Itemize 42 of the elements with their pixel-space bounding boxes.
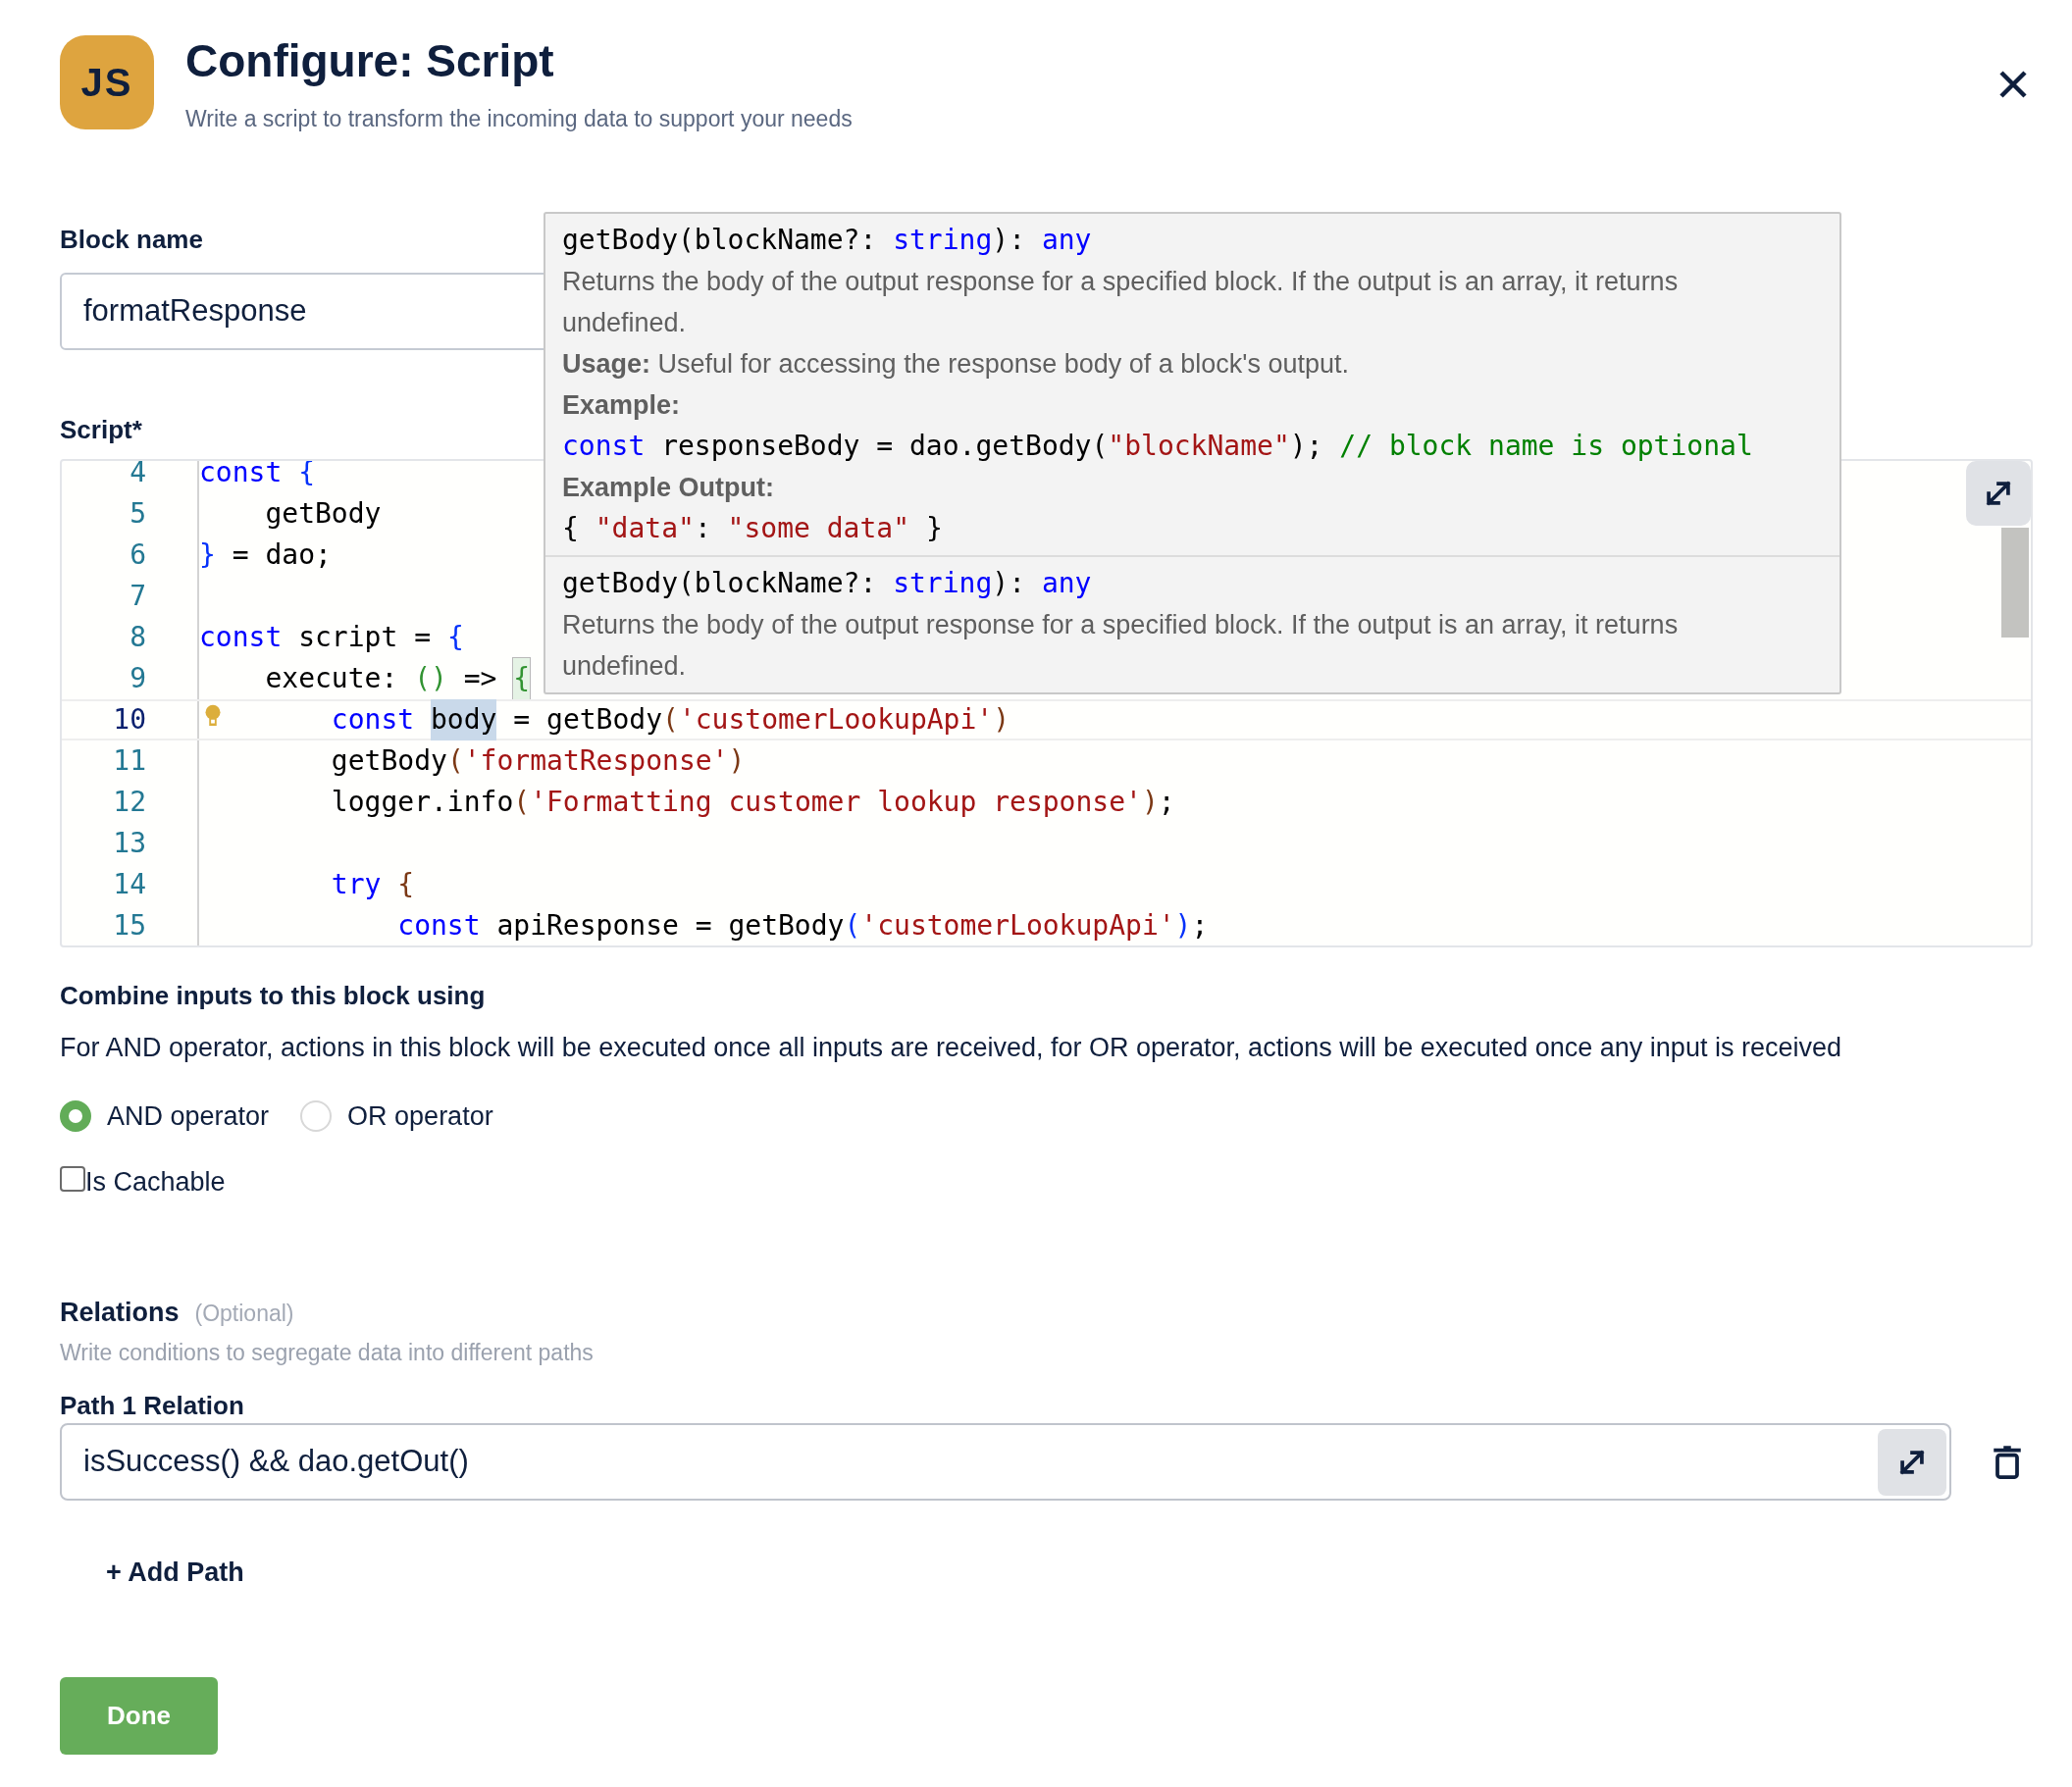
line-number: 6 bbox=[129, 536, 146, 573]
line-number: 15 bbox=[112, 907, 146, 944]
line-number: 11 bbox=[112, 742, 146, 779]
tooltip-text: Example Output: bbox=[562, 472, 775, 504]
code-line: const script = { bbox=[197, 616, 464, 658]
code-line: logger.info('Formatting customer lookup response'); bbox=[197, 781, 1175, 823]
tooltip-text: Example: bbox=[562, 389, 682, 422]
optional-hint: (Optional) bbox=[194, 1300, 294, 1328]
code-line: getBody bbox=[197, 492, 382, 535]
line-number: 13 bbox=[112, 825, 146, 861]
line-number: 10 bbox=[112, 701, 146, 738]
line-number: 4 bbox=[129, 460, 146, 490]
section-description: Write conditions to segregate data into different paths bbox=[60, 1338, 594, 1367]
code-snippet: getBody(blockName?: string): any bbox=[562, 223, 1093, 258]
field-label: Script* bbox=[60, 413, 142, 446]
code-line: try { bbox=[197, 863, 415, 905]
code-snippet: getBody(blockName?: string): any bbox=[562, 566, 1093, 601]
section-heading: Relations bbox=[60, 1297, 180, 1329]
section-heading: Combine inputs to this block using bbox=[60, 979, 487, 1012]
code-line: const { bbox=[197, 460, 315, 493]
tooltip-text: Usage: Useful for accessing the response body of a block's output. bbox=[562, 348, 1351, 381]
dialog-title: Configure: Script bbox=[185, 34, 555, 88]
dialog-subtitle: Write a script to transform the incoming data to support your needs bbox=[185, 105, 853, 133]
code-snippet: { "data": "some data" } bbox=[562, 511, 944, 546]
code-line: const body = getBody('customerLookupApi') bbox=[197, 700, 1010, 739]
code-line: } = dao; bbox=[197, 534, 332, 576]
code-line: getBody('formatResponse') bbox=[197, 740, 746, 782]
line-number: 5 bbox=[129, 495, 146, 532]
line-number: 8 bbox=[129, 619, 146, 655]
field-label: Block name bbox=[60, 223, 203, 256]
tooltip-text: Returns the body of the output response for a specified block. If the output is an array, it returns undefined. bbox=[562, 266, 1680, 339]
js-logo: JS bbox=[60, 35, 154, 129]
section-description: For AND operator, actions in this block will be executed once all inputs are received, for OR operator, actions will be executed once any input is received bbox=[60, 1031, 1842, 1064]
tooltip-text: Returns the body of the output response for a specified block. If the output is an array, it returns undefined. bbox=[562, 609, 1680, 683]
line-number: 12 bbox=[112, 784, 146, 820]
field-label: Path 1 Relation bbox=[60, 1390, 244, 1421]
line-number: 7 bbox=[129, 578, 146, 614]
code-snippet: const responseBody = dao.getBody("blockName"); // block name is optional bbox=[562, 429, 1754, 464]
line-number: 9 bbox=[129, 660, 146, 696]
code-line: execute: () => { bbox=[197, 657, 531, 699]
line-number: 14 bbox=[112, 866, 146, 902]
code-line: const apiResponse = getBody('customerLookupApi'); bbox=[197, 904, 1209, 945]
